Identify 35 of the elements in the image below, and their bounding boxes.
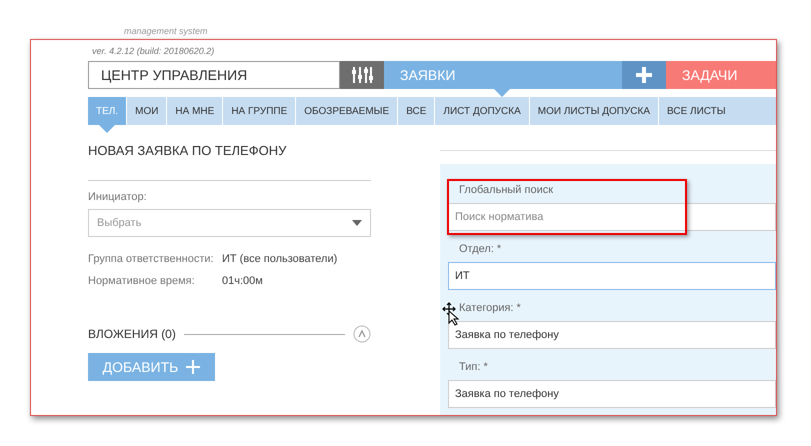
tab[interactable]: НА МНЕ xyxy=(167,97,222,125)
product-subtitle: management system xyxy=(124,26,208,38)
pointer-notch xyxy=(494,89,510,97)
tab[interactable]: ВСЕ ЛИСТЫ xyxy=(659,97,776,125)
dropdown-caret-icon xyxy=(352,220,362,226)
field-label: Тип: * xyxy=(458,361,489,375)
info-value: 01ч:00м xyxy=(222,275,263,287)
tab[interactable]: НА ГРУППЕ xyxy=(223,97,296,125)
plus-icon xyxy=(186,360,200,374)
field-label: Категория: * xyxy=(458,302,522,316)
search-field[interactable]: Поиск норматива xyxy=(448,203,776,231)
field-label: Отдел: * xyxy=(458,243,502,257)
input-field[interactable]: ИТ xyxy=(448,262,776,290)
tab[interactable]: ЛИСТ ДОПУСКА xyxy=(435,97,529,125)
tab[interactable]: МОИ xyxy=(127,97,166,125)
sliders-icon xyxy=(351,66,373,84)
input-field[interactable]: Заявка по телефону xyxy=(448,380,776,408)
plus-icon xyxy=(635,66,653,84)
control-center-title[interactable]: ЦЕНТР УПРАВЛЕНИЯ xyxy=(88,61,340,89)
search-label: Глобальный поиск xyxy=(458,184,554,198)
filter-button[interactable] xyxy=(340,61,384,89)
collapse-icon[interactable] xyxy=(353,325,371,343)
tab[interactable]: ВСЕ xyxy=(398,97,434,125)
form-heading: НОВАЯ ЗАЯВКА ПО ТЕЛЕФОНУ xyxy=(88,143,288,158)
tab[interactable]: МОИ ЛИСТЫ ДОПУСКА xyxy=(530,97,658,125)
add-button[interactable] xyxy=(622,61,666,89)
info-value: ИТ (все пользователи) xyxy=(222,253,338,265)
info-label: Группа ответственности: xyxy=(88,253,215,265)
version-label: ver. 4.2.12 (build: 20180620.2) xyxy=(91,46,216,56)
input-field[interactable]: Заявка по телефону xyxy=(448,321,776,349)
initiator-label: Инициатор: xyxy=(88,191,148,203)
selected-tab-notch xyxy=(99,125,116,133)
attachments-title: ВЛОЖЕНИЯ (0) xyxy=(88,327,176,341)
tab[interactable]: ОБОЗРЕВАЕМЫЕ xyxy=(296,97,398,125)
info-label: Нормативное время: xyxy=(88,275,196,287)
